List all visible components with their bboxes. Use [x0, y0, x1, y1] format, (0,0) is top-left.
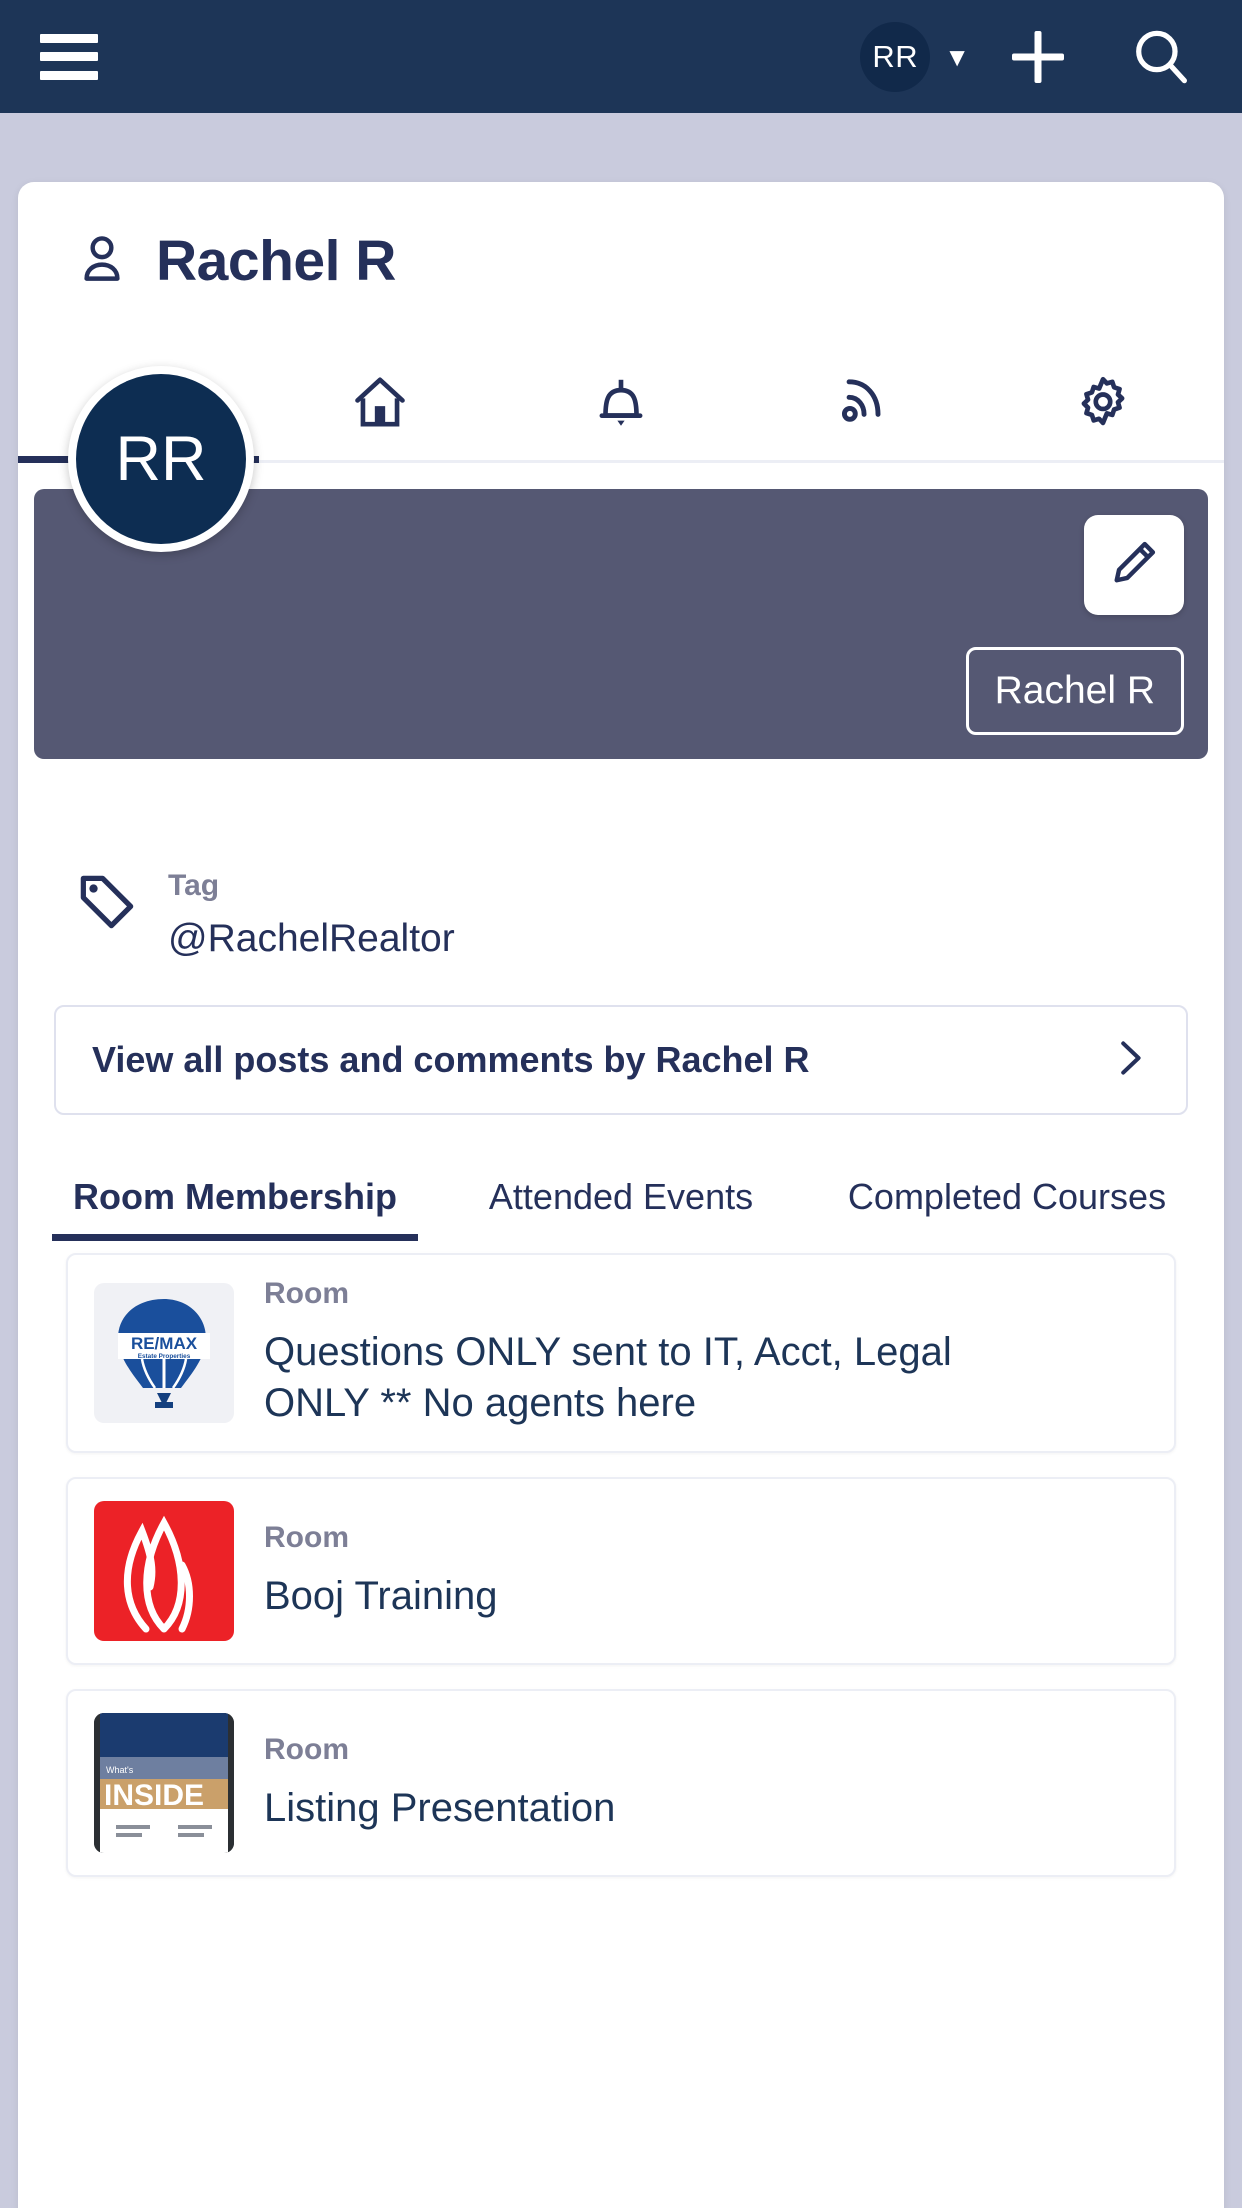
- screen: RR ▼ Rachel R Rachel R RR Tag @RachelRea…: [0, 0, 1242, 2208]
- chevron-right-icon: [1106, 1035, 1152, 1086]
- account-switcher[interactable]: RR ▼: [860, 21, 970, 92]
- pencil-edit-icon: [1106, 535, 1162, 596]
- svg-text:Estate Properties: Estate Properties: [138, 1353, 191, 1360]
- hamburger-bar: [40, 52, 98, 61]
- hamburger-bar: [40, 70, 98, 80]
- inside-presentation-thumbnail: What's INSIDE: [94, 1713, 234, 1854]
- tab-settings[interactable]: [983, 348, 1224, 460]
- room-meta: Room Listing Presentation: [264, 1733, 615, 1834]
- tag-value: @RachelRealtor: [168, 917, 455, 960]
- appbar-avatar: RR: [860, 21, 931, 92]
- hamburger-menu-icon[interactable]: [40, 33, 98, 80]
- room-membership-list: RE/MAX Estate Properties Room Questions …: [66, 1252, 1176, 1878]
- svg-text:INSIDE: INSIDE: [104, 1779, 204, 1812]
- room-meta: Room Questions ONLY sent to IT, Acct, Le…: [264, 1277, 1004, 1429]
- edit-banner-button[interactable]: [1084, 515, 1184, 615]
- room-meta: Room Booj Training: [264, 1521, 497, 1622]
- app-bar: RR ▼: [0, 0, 1242, 113]
- search-icon[interactable]: [1128, 24, 1194, 90]
- profile-page-card: Rachel R Rachel R RR Tag @RachelRealtor …: [18, 182, 1224, 2208]
- tab-room-membership[interactable]: Room Membership: [42, 1175, 428, 1241]
- tab-attended-events[interactable]: Attended Events: [428, 1175, 814, 1241]
- room-kind-label: Room: [264, 1276, 349, 1310]
- room-name: Booj Training: [264, 1573, 498, 1618]
- view-all-posts-button[interactable]: View all posts and comments by Rachel R: [54, 1005, 1188, 1115]
- tag-text: Tag @RachelRealtor: [168, 869, 455, 961]
- room-name: Questions ONLY sent to IT, Acct, Legal O…: [264, 1329, 952, 1426]
- profile-avatar[interactable]: RR: [68, 366, 254, 552]
- content-tab-strip: Room Membership Attended Events Complete…: [42, 1175, 1200, 1241]
- tab-completed-courses[interactable]: Completed Courses: [814, 1175, 1200, 1241]
- view-all-posts-label: View all posts and comments by Rachel R: [92, 1039, 810, 1080]
- tag-label: Tag: [168, 869, 220, 902]
- gear-icon: [1072, 371, 1134, 438]
- tab-feed[interactable]: [742, 348, 983, 460]
- room-name: Listing Presentation: [264, 1785, 616, 1830]
- chevron-down-icon: ▼: [944, 41, 970, 72]
- svg-text:What's: What's: [106, 1765, 134, 1775]
- tab-notifications[interactable]: [500, 348, 741, 460]
- list-item[interactable]: RE/MAX Estate Properties Room Questions …: [66, 1252, 1176, 1454]
- list-item[interactable]: What's INSIDE Room Listing Presentation: [66, 1689, 1176, 1878]
- remax-balloon-logo: RE/MAX Estate Properties: [94, 1283, 234, 1424]
- rss-feed-icon: [831, 371, 893, 438]
- bell-icon: [590, 371, 652, 438]
- person-icon: [74, 230, 130, 293]
- page-title: Rachel R: [156, 229, 396, 293]
- page-title-row: Rachel R: [18, 182, 1224, 294]
- room-kind-label: Room: [264, 1520, 349, 1554]
- home-icon: [349, 371, 411, 438]
- room-kind-label: Room: [264, 1732, 349, 1766]
- tab-home[interactable]: [259, 348, 500, 460]
- list-item[interactable]: Room Booj Training: [66, 1477, 1176, 1666]
- tag-icon: [74, 869, 140, 940]
- hamburger-bar: [40, 33, 98, 43]
- svg-text:RE/MAX: RE/MAX: [131, 1334, 198, 1353]
- booj-flame-logo: [94, 1501, 234, 1642]
- plus-icon[interactable]: [1006, 25, 1070, 89]
- tag-block: Tag @RachelRealtor: [74, 869, 1224, 961]
- banner-name-badge[interactable]: Rachel R: [965, 647, 1184, 735]
